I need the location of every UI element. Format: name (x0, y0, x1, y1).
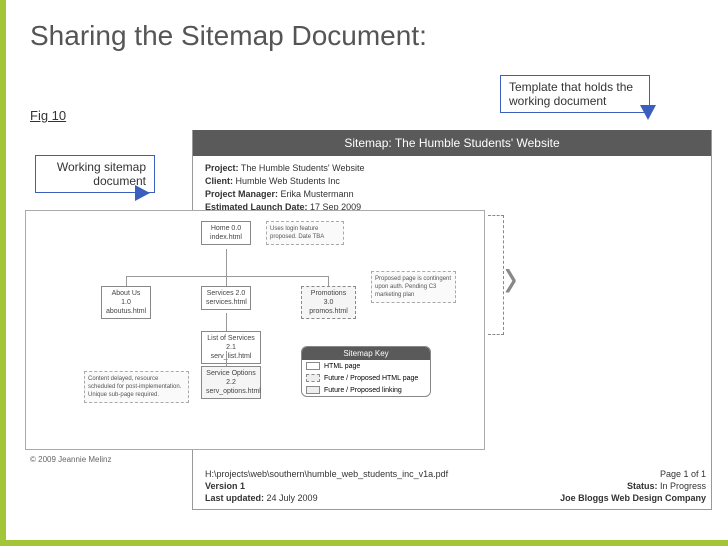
key-title: Sitemap Key (302, 347, 430, 360)
connector-line (226, 313, 227, 331)
node-promotions: Promotions 3.0 promos.html (301, 286, 356, 319)
note-promo: Proposed page is contingent upon auth. P… (371, 271, 456, 303)
meta-pm-label: Project Manager: (205, 189, 278, 199)
connector-line (226, 276, 227, 286)
node-about: About Us 1.0 aboutus.html (101, 286, 151, 319)
key-label: HTML page (324, 363, 360, 370)
key-label: Future / Proposed HTML page (324, 375, 418, 382)
key-row-future-link: Future / Proposed linking (302, 384, 430, 396)
meta-block: Project: The Humble Students' Website Cl… (205, 162, 364, 214)
footer-status: In Progress (660, 481, 706, 491)
key-label: Future / Proposed linking (324, 387, 402, 394)
footer-version: Version 1 (205, 481, 245, 491)
footer-path: H:\projects\web\southern\humble_web_stud… (205, 468, 448, 480)
sitemap-key: Sitemap Key HTML page Future / Proposed … (301, 346, 431, 397)
merge-bracket (488, 215, 504, 335)
footer-right: Page 1 of 1 Status: In Progress Joe Blog… (560, 468, 706, 504)
node-list-services: List of Services 2.1 serv_list.html (201, 331, 261, 364)
sitemap-diagram: Home 0.0 index.html About Us 1.0 aboutus… (25, 210, 485, 450)
connector-line (226, 351, 227, 366)
figure-label: Fig 10 (30, 108, 66, 123)
node-home: Home 0.0 index.html (201, 221, 251, 245)
key-swatch-icon (306, 362, 320, 370)
key-row-future-html: Future / Proposed HTML page (302, 372, 430, 384)
connector-line (328, 276, 329, 286)
footer-left: H:\projects\web\southern\humble_web_stud… (205, 468, 448, 504)
note-login: Uses login feature proposed. Date TBA (266, 221, 344, 245)
callout-working-tail (135, 185, 150, 201)
footer-updated-label: Last updated: (205, 493, 264, 503)
connector-line (226, 249, 227, 276)
meta-pm: Erika Mustermann (281, 189, 354, 199)
footer-status-label: Status: (627, 481, 658, 491)
copyright: © 2009 Jeannie Melinz (30, 455, 112, 464)
node-service-options: Service Options 2.2 serv_options.html (201, 366, 261, 399)
note-content-delayed: Content delayed, resource scheduled for … (84, 371, 189, 403)
accent-bottom-bar (0, 540, 728, 546)
key-swatch-icon (306, 386, 320, 394)
footer-company: Joe Bloggs Web Design Company (560, 493, 706, 503)
footer-page: Page 1 of 1 (560, 468, 706, 480)
node-services: Services 2.0 services.html (201, 286, 251, 310)
meta-project-label: Project: (205, 163, 239, 173)
meta-client: Humble Web Students Inc (236, 176, 340, 186)
callout-template-tail (640, 105, 656, 120)
key-row-html: HTML page (302, 360, 430, 372)
connector-line (126, 276, 328, 277)
connector-line (126, 276, 127, 286)
callout-template: Template that holds the working document (500, 75, 650, 113)
meta-client-label: Client: (205, 176, 233, 186)
accent-left-bar (0, 0, 6, 546)
arrow-icon: › (504, 244, 517, 312)
key-swatch-icon (306, 374, 320, 382)
slide-title: Sharing the Sitemap Document: (30, 20, 427, 52)
meta-project: The Humble Students' Website (241, 163, 365, 173)
footer-updated: 24 July 2009 (267, 493, 318, 503)
